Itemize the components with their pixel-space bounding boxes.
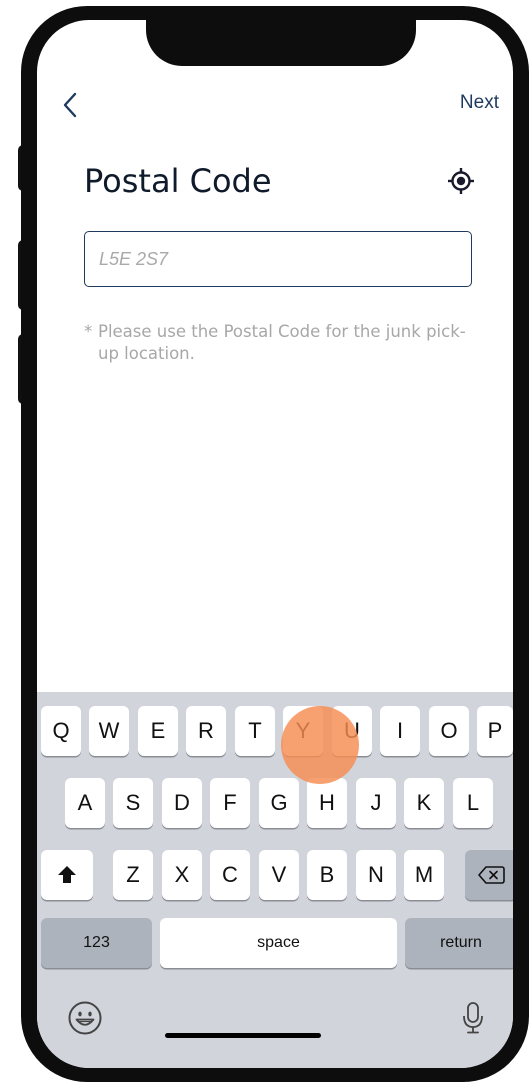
shift-key[interactable] — [41, 850, 93, 900]
key-c[interactable]: C — [210, 850, 250, 900]
key-r[interactable]: R — [186, 706, 226, 756]
key-o[interactable]: O — [429, 706, 469, 756]
key-j[interactable]: J — [356, 778, 396, 828]
key-e[interactable]: E — [138, 706, 178, 756]
back-button[interactable] — [59, 90, 85, 120]
key-k[interactable]: K — [404, 778, 444, 828]
key-y[interactable]: Y — [283, 706, 323, 756]
phone-screen: Next Postal Code * Please use the Postal… — [37, 20, 513, 1068]
key-g[interactable]: G — [259, 778, 299, 828]
emoji-smile-icon — [68, 1001, 102, 1035]
crosshair-location-icon — [448, 168, 474, 194]
key-s[interactable]: S — [113, 778, 153, 828]
key-z[interactable]: Z — [113, 850, 153, 900]
key-h[interactable]: H — [307, 778, 347, 828]
key-m[interactable]: M — [404, 850, 444, 900]
phone-notch — [146, 20, 416, 66]
home-indicator[interactable] — [165, 1033, 321, 1038]
key-v[interactable]: V — [259, 850, 299, 900]
key-t[interactable]: T — [235, 706, 275, 756]
shift-arrow-icon — [58, 866, 76, 883]
key-i[interactable]: I — [380, 706, 420, 756]
key-a[interactable]: A — [65, 778, 105, 828]
backspace-icon — [478, 866, 505, 884]
key-x[interactable]: X — [162, 850, 202, 900]
page-title: Postal Code — [84, 162, 272, 200]
key-w[interactable]: W — [89, 706, 129, 756]
locate-button[interactable] — [447, 167, 475, 195]
onscreen-keyboard: Q W E R T Y U I O P A S D F G H J K L Z … — [37, 692, 513, 1068]
chevron-left-icon — [63, 92, 77, 118]
postal-code-input[interactable] — [84, 231, 472, 287]
space-key[interactable]: space — [160, 918, 397, 968]
numbers-key[interactable]: 123 — [41, 918, 152, 968]
phone-frame: Next Postal Code * Please use the Postal… — [21, 6, 529, 1082]
key-b[interactable]: B — [307, 850, 347, 900]
helper-text: * Please use the Postal Code for the jun… — [84, 321, 479, 365]
key-q[interactable]: Q — [41, 706, 81, 756]
key-p[interactable]: P — [477, 706, 513, 756]
key-n[interactable]: N — [356, 850, 396, 900]
dictation-button[interactable] — [455, 998, 491, 1038]
helper-message: Please use the Postal Code for the junk … — [98, 322, 466, 363]
key-u[interactable]: U — [332, 706, 372, 756]
key-l[interactable]: L — [453, 778, 493, 828]
microphone-icon — [463, 1002, 483, 1034]
return-key[interactable]: return — [405, 918, 513, 968]
helper-asterisk: * — [84, 322, 93, 341]
key-f[interactable]: F — [210, 778, 250, 828]
delete-key[interactable] — [465, 850, 513, 900]
emoji-button[interactable] — [65, 998, 105, 1038]
key-d[interactable]: D — [162, 778, 202, 828]
next-button[interactable]: Next — [460, 92, 499, 114]
